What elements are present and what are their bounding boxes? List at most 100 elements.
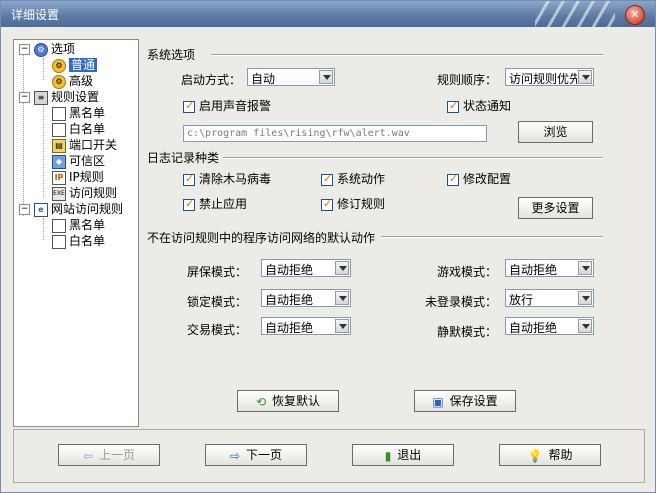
tree-item-rules[interactable]: ≡ 规则设置 <box>34 89 99 105</box>
startup-select[interactable]: 自动 <box>247 68 335 86</box>
restore-default-button[interactable]: ⟲ 恢复默认 <box>237 390 339 412</box>
button-label: 下一页 <box>246 448 283 462</box>
help-button[interactable]: 💡 帮助 <box>499 444 601 466</box>
title-bar: 详细设置 ✕ <box>1 1 655 27</box>
system-action-checkbox[interactable]: 系统动作 <box>321 170 385 187</box>
silent-mode-label: 静默模式： <box>437 325 498 339</box>
tree-item-advanced[interactable]: ⚙ 高级 <box>52 73 93 89</box>
checkbox-label: 修改配置 <box>463 172 512 186</box>
rules-list-icon: ≡ <box>34 90 48 105</box>
save-settings-button[interactable]: ▣ 保存设置 <box>414 390 516 412</box>
tree-item-general[interactable]: ⚙ 普通 <box>52 57 98 73</box>
checkbox-label: 清除木马病毒 <box>199 172 272 186</box>
tree-label: 访问规则 <box>69 186 118 200</box>
tree-label: 高级 <box>69 74 94 88</box>
close-icon: ✕ <box>630 8 640 21</box>
silent-mode-value: 自动拒绝 <box>509 321 558 335</box>
trade-mode-value: 自动拒绝 <box>265 321 314 335</box>
checkbox-checked-icon <box>321 172 333 186</box>
section-divider <box>381 236 603 238</box>
sound-alarm-checkbox[interactable]: 启用声音报警 <box>183 97 271 114</box>
checkbox-label: 启用声音报警 <box>199 99 272 113</box>
expand-web-rules-toggle[interactable]: − <box>19 204 30 215</box>
trade-mode-label: 交易模式： <box>187 323 248 337</box>
tree-item-trusted-zone[interactable]: ◆ 可信区 <box>52 153 105 169</box>
log-types-header: 日志记录种类 <box>147 151 220 165</box>
modify-config-checkbox[interactable]: 修改配置 <box>447 170 511 187</box>
chevron-down-icon[interactable] <box>335 319 349 333</box>
screensaver-mode-value: 自动拒绝 <box>265 263 314 277</box>
silent-mode-select[interactable]: 自动拒绝 <box>505 317 594 335</box>
expand-rules-toggle[interactable]: − <box>19 92 30 103</box>
button-label: 退出 <box>397 448 422 462</box>
sound-file-path-input[interactable]: c:\program files\rising\rfw\alert.wav <box>183 125 487 142</box>
tree-item-options[interactable]: ⚙ 选项 <box>34 41 75 57</box>
tree-item-web-blacklist[interactable]: 黑名单 <box>52 217 105 233</box>
web-browser-icon: e <box>34 202 48 217</box>
chevron-down-icon[interactable] <box>578 319 592 333</box>
whitelist-document-icon <box>52 122 66 137</box>
tree-label: 普通 <box>69 58 98 72</box>
default-action-header: 不在访问规则中的程序访问网络的默认动作 <box>147 231 376 245</box>
not-login-mode-label: 未登录模式： <box>425 295 498 309</box>
screensaver-mode-label: 屏保模式： <box>187 265 248 279</box>
tree-label: 选项 <box>51 42 76 56</box>
not-login-mode-select[interactable]: 放行 <box>505 289 594 307</box>
title-decoration <box>535 1 615 27</box>
blacklist-document-icon <box>52 106 66 121</box>
rule-order-select[interactable]: 访问规则优先 <box>505 68 594 86</box>
tree-item-whitelist[interactable]: 白名单 <box>52 121 105 137</box>
settings-window: 详细设置 ✕ − ⚙ 选项 ⚙ 普通 ⚙ 高级 − ≡ 规则设置 黑名单 白名单 ▤ 端口… <box>0 0 656 493</box>
chevron-down-icon[interactable] <box>578 291 592 305</box>
trade-mode-select[interactable]: 自动拒绝 <box>261 317 351 335</box>
button-label: 保存设置 <box>449 394 498 408</box>
next-page-button[interactable]: ⇨ 下一页 <box>205 444 307 466</box>
checkbox-label: 禁止应用 <box>199 197 248 211</box>
settings-tree: − ⚙ 选项 ⚙ 普通 ⚙ 高级 − ≡ 规则设置 黑名单 白名单 ▤ 端口开关 ◆ 可信区… <box>13 39 139 427</box>
browse-button[interactable]: 浏览 <box>518 121 593 143</box>
tree-item-access-rules[interactable]: EXE 访问规则 <box>52 185 117 201</box>
tree-item-blacklist[interactable]: 黑名单 <box>52 105 105 121</box>
tree-item-ip-rules[interactable]: IP IP规则 <box>52 169 104 185</box>
tree-item-web-whitelist[interactable]: 白名单 <box>52 233 105 249</box>
tree-label: 可信区 <box>69 154 106 168</box>
chevron-down-icon[interactable] <box>578 70 592 84</box>
lock-mode-label: 锁定模式： <box>187 295 248 309</box>
checkbox-label: 系统动作 <box>337 172 386 186</box>
exit-button[interactable]: ▮ 退出 <box>352 444 454 466</box>
revise-rule-checkbox[interactable]: 修订规则 <box>321 195 385 212</box>
chevron-down-icon[interactable] <box>335 291 349 305</box>
tree-label: 白名单 <box>69 122 106 136</box>
tree-label: 白名单 <box>69 234 106 248</box>
game-mode-select[interactable]: 自动拒绝 <box>505 259 594 277</box>
expand-options-toggle[interactable]: − <box>19 44 30 55</box>
window-title: 详细设置 <box>11 8 60 22</box>
clear-trojan-checkbox[interactable]: 清除木马病毒 <box>183 170 271 187</box>
checkbox-checked-icon <box>183 172 195 186</box>
help-lightbulb-icon: 💡 <box>527 448 543 463</box>
close-button[interactable]: ✕ <box>625 5 645 25</box>
not-login-mode-value: 放行 <box>509 293 534 307</box>
web-blacklist-document-icon <box>52 218 66 233</box>
screensaver-mode-select[interactable]: 自动拒绝 <box>261 259 351 277</box>
status-notify-checkbox[interactable]: 状态通知 <box>447 97 511 114</box>
tree-line <box>43 102 44 198</box>
tree-label: 黑名单 <box>69 106 106 120</box>
ip-rules-icon: IP <box>52 170 66 185</box>
button-label: 上一页 <box>99 448 136 462</box>
tree-item-port-switch[interactable]: ▤ 端口开关 <box>52 137 117 153</box>
ban-app-checkbox[interactable]: 禁止应用 <box>183 195 247 212</box>
exit-door-icon: ▮ <box>384 448 392 463</box>
arrow-right-icon: ⇨ <box>229 448 241 463</box>
tree-line <box>23 54 24 216</box>
chevron-down-icon[interactable] <box>578 261 592 275</box>
checkbox-checked-icon <box>183 99 195 113</box>
chevron-down-icon[interactable] <box>335 261 349 275</box>
tree-item-web-access-rules[interactable]: e 网站访问规则 <box>34 201 123 217</box>
game-mode-label: 游戏模式： <box>437 265 498 279</box>
panel-divider <box>138 39 139 427</box>
lock-mode-select[interactable]: 自动拒绝 <box>261 289 351 307</box>
prev-page-button[interactable]: ⇦ 上一页 <box>58 444 160 466</box>
chevron-down-icon[interactable] <box>319 70 333 84</box>
more-settings-button[interactable]: 更多设置 <box>518 197 593 219</box>
